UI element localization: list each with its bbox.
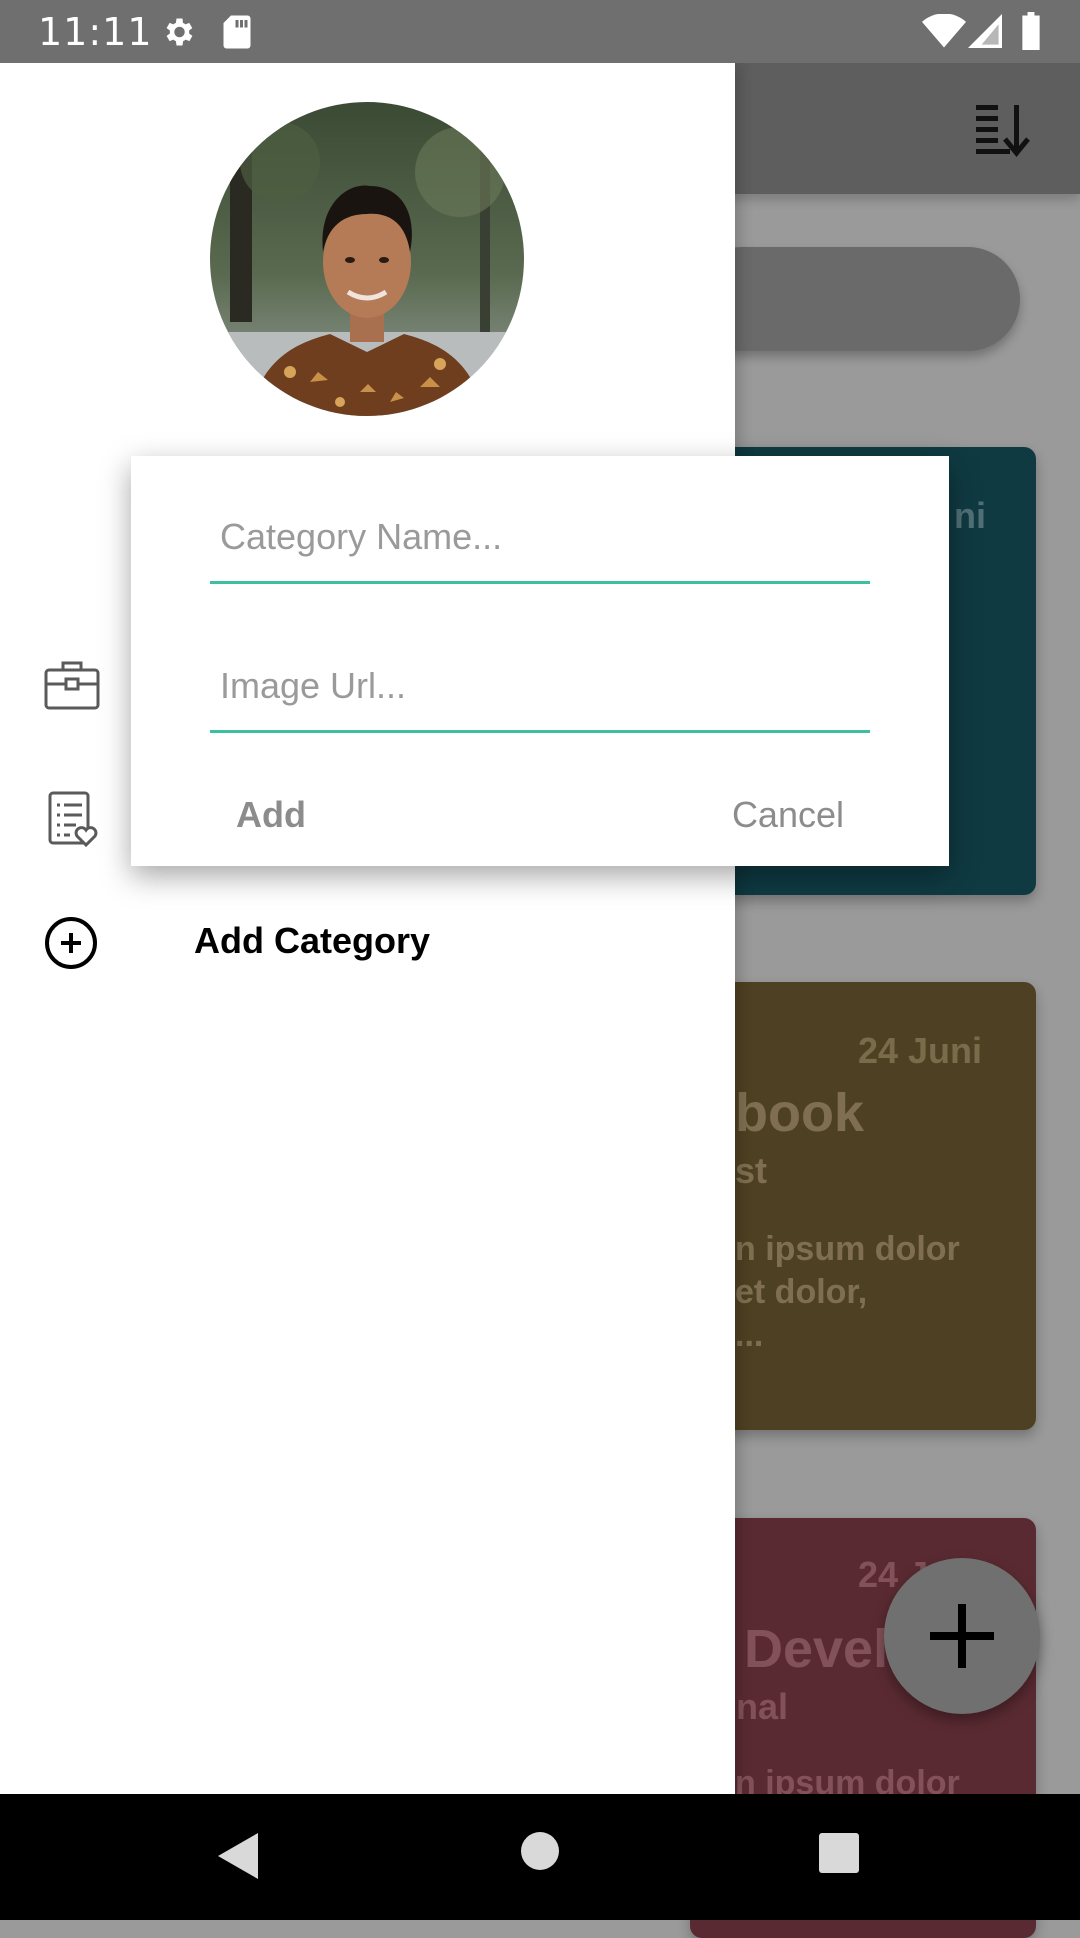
note-card[interactable]: 24 Juni book st n ipsum dolor et dolor, … — [690, 982, 1036, 1430]
card-body-line: ... — [735, 1316, 764, 1354]
card-title: book — [735, 1083, 864, 1143]
cancel-button[interactable]: Cancel — [732, 794, 844, 836]
signal-icon — [968, 14, 1002, 53]
plus-icon — [926, 1600, 998, 1677]
sort-descending-icon[interactable] — [974, 101, 1032, 162]
favorite-list-icon[interactable] — [48, 791, 98, 852]
card-body-line: et dolor, — [735, 1273, 868, 1311]
card-subtitle: st — [735, 1150, 768, 1191]
briefcase-icon[interactable] — [44, 660, 100, 715]
home-icon[interactable] — [520, 1831, 560, 1876]
add-category-dialog: Add Cancel — [131, 456, 949, 866]
navigation-drawer: Add Category — [0, 63, 735, 1794]
wifi-icon — [922, 13, 966, 53]
battery-icon — [1020, 12, 1042, 55]
status-time: 11:11 — [38, 10, 153, 54]
card-subtitle: nal — [736, 1686, 789, 1727]
card-date: 24 Juni — [857, 1030, 982, 1071]
add-category-menu-item[interactable]: Add Category — [194, 920, 430, 962]
add-circle-icon[interactable] — [44, 916, 98, 975]
settings-icon — [160, 14, 196, 55]
avatar[interactable] — [210, 102, 524, 416]
search-bar[interactable] — [690, 247, 1020, 351]
category-name-field[interactable] — [210, 500, 870, 584]
add-note-fab[interactable] — [884, 1558, 1040, 1714]
recents-icon[interactable] — [818, 1832, 860, 1879]
card-body: n ipsum dolor et dolor, ... — [735, 1228, 1035, 1357]
card-title: Devel — [744, 1619, 889, 1679]
card-date: ni — [954, 495, 986, 536]
image-url-field[interactable] — [210, 649, 870, 733]
system-navigation-bar — [0, 1794, 1080, 1920]
status-bar: 11:11 — [0, 0, 1080, 63]
back-icon[interactable] — [216, 1831, 260, 1886]
add-button[interactable]: Add — [236, 794, 306, 836]
card-body-line: n ipsum dolor — [735, 1230, 960, 1268]
sd-card-icon — [222, 14, 252, 55]
image-url-input[interactable] — [210, 661, 860, 711]
category-name-input[interactable] — [210, 512, 860, 562]
